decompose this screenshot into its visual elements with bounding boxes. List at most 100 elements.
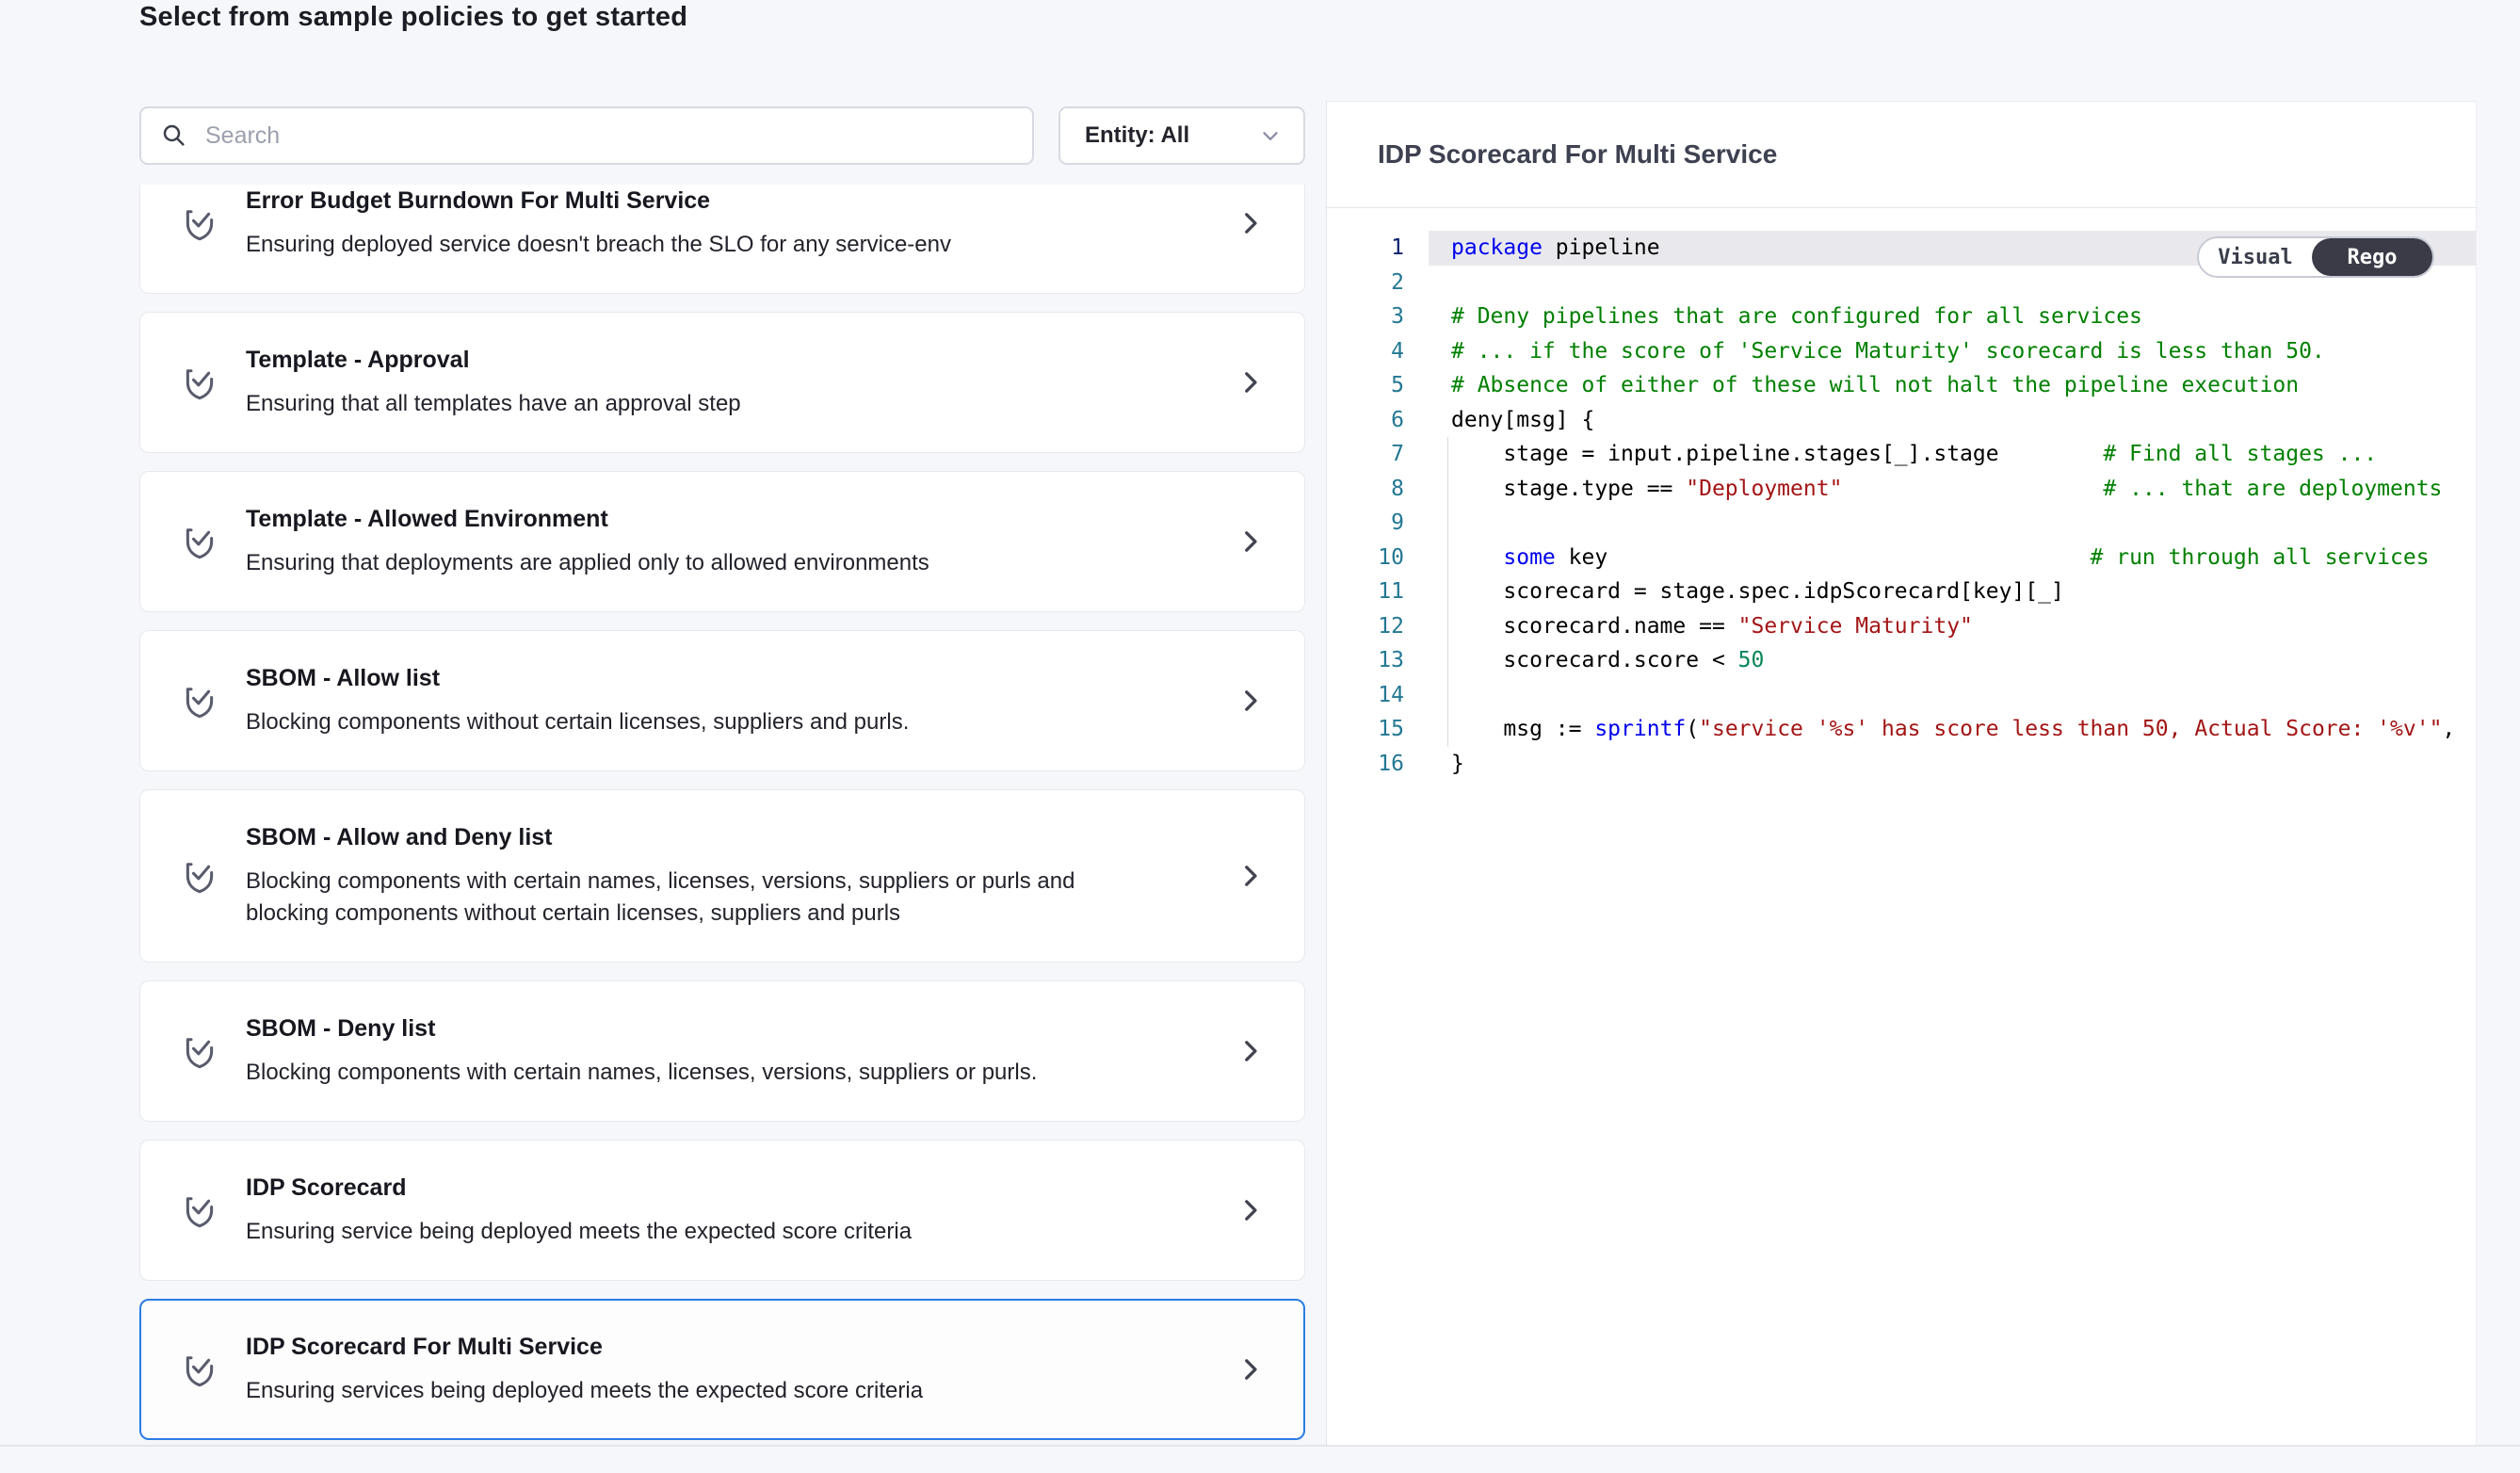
- code-line: 7 stage = input.pipeline.stages[_].stage…: [1327, 437, 2476, 472]
- code-line: 16 }: [1327, 747, 2476, 782]
- policy-preview-panel: IDP Scorecard For Multi Service 1 packag…: [1326, 101, 2477, 1445]
- code-line-text: deny[msg] {: [1404, 403, 1594, 438]
- page-title: Select from sample policies to get start…: [139, 2, 687, 33]
- search-box[interactable]: [139, 106, 1034, 165]
- code-line: 10 some key # run through all services: [1327, 541, 2476, 575]
- policy-card[interactable]: SBOM - Allow and Deny list Blocking comp…: [139, 789, 1305, 963]
- code-line-text: # Deny pipelines that are configured for…: [1404, 299, 2142, 334]
- policy-card-description: Ensuring that all templates have an appr…: [246, 388, 741, 420]
- preview-header: IDP Scorecard For Multi Service: [1327, 102, 2476, 208]
- code-line: 11 scorecard = stage.spec.idpScorecard[k…: [1327, 575, 2476, 609]
- chevron-right-icon: [1235, 685, 1267, 717]
- line-number: 8: [1327, 472, 1404, 507]
- policy-card-description: Ensuring deployed service doesn't breach…: [246, 229, 951, 261]
- policy-card[interactable]: SBOM - Allow list Blocking components wi…: [139, 630, 1305, 771]
- policy-list: Error Budget Burndown For Multi Service …: [139, 185, 1305, 1444]
- code-line: 8 stage.type == "Deployment" # ... that …: [1327, 472, 2476, 507]
- policy-card-title: Template - Allowed Environment: [246, 504, 929, 534]
- content-bottom-divider: [0, 1445, 2520, 1447]
- chevron-down-icon: [1258, 123, 1283, 148]
- policy-card-title: IDP Scorecard For Multi Service: [246, 1332, 923, 1362]
- policy-card-title: Error Budget Burndown For Multi Service: [246, 186, 951, 216]
- code-line: 4 # ... if the score of 'Service Maturit…: [1327, 334, 2476, 369]
- code-line: 14: [1327, 678, 2476, 713]
- code-line-text: # Absence of either of these will not ha…: [1404, 368, 2299, 403]
- code-line: 3 # Deny pipelines that are configured f…: [1327, 299, 2476, 334]
- policy-card-title: SBOM - Deny list: [246, 1013, 1037, 1044]
- code-line: 5 # Absence of either of these will not …: [1327, 368, 2476, 403]
- code-line: 15 msg := sprintf("service '%s' has scor…: [1327, 712, 2476, 747]
- toggle-option-rego[interactable]: Rego: [2312, 238, 2432, 276]
- policy-card-description: Ensuring service being deployed meets th…: [246, 1216, 912, 1248]
- shield-check-icon: [178, 518, 221, 565]
- code-line-text: [1404, 506, 1451, 541]
- preview-title: IDP Scorecard For Multi Service: [1378, 139, 1777, 170]
- line-number: 4: [1327, 334, 1404, 369]
- code-line-text: # ... if the score of 'Service Maturity'…: [1404, 334, 2325, 369]
- line-number: 5: [1327, 368, 1404, 403]
- policy-card-title: SBOM - Allow list: [246, 663, 909, 693]
- entity-filter-label: Entity: All: [1085, 122, 1258, 149]
- code-line: 13 scorecard.score < 50: [1327, 643, 2476, 678]
- shield-check-icon: [178, 677, 221, 724]
- code-line-text: [1404, 678, 1451, 713]
- visual-rego-toggle[interactable]: Visual Rego: [2197, 236, 2434, 278]
- shield-check-icon: [178, 359, 221, 406]
- policy-card[interactable]: SBOM - Deny list Blocking components wit…: [139, 980, 1305, 1122]
- shield-check-icon: [178, 200, 221, 247]
- shield-check-icon: [178, 1028, 221, 1075]
- entity-filter-dropdown[interactable]: Entity: All: [1058, 106, 1305, 165]
- policy-card[interactable]: Template - Approval Ensuring that all te…: [139, 312, 1305, 453]
- chevron-right-icon: [1235, 366, 1267, 398]
- policy-card-description: Ensuring services being deployed meets t…: [246, 1375, 923, 1407]
- policy-card-description: Blocking components with certain names, …: [246, 866, 1093, 930]
- code-line-text: scorecard = stage.spec.idpScorecard[key]…: [1404, 575, 2064, 609]
- line-number: 16: [1327, 747, 1404, 782]
- code-line-text: stage = input.pipeline.stages[_].stage #…: [1404, 437, 2377, 472]
- chevron-right-icon: [1235, 526, 1267, 558]
- code-line-text: some key # run through all services: [1404, 541, 2430, 575]
- shield-check-icon: [178, 852, 221, 899]
- code-line-text: stage.type == "Deployment" # ... that ar…: [1404, 472, 2442, 507]
- line-number: 11: [1327, 575, 1404, 609]
- chevron-right-icon: [1235, 1353, 1267, 1385]
- rego-code-editor[interactable]: 1 package pipeline 2 3 # Deny pipelines …: [1327, 208, 2476, 1445]
- code-line: 12 scorecard.name == "Service Maturity": [1327, 609, 2476, 644]
- shield-check-icon: [178, 1187, 221, 1234]
- chevron-right-icon: [1235, 207, 1267, 239]
- code-line-text: }: [1404, 747, 1464, 782]
- code-line-text: msg := sprintf("service '%s' has score l…: [1404, 712, 2455, 747]
- policy-card-title: SBOM - Allow and Deny list: [246, 822, 1093, 852]
- code-line-text: [1404, 266, 1451, 300]
- line-number: 2: [1327, 266, 1404, 300]
- code-line: 9: [1327, 506, 2476, 541]
- policy-card-description: Ensuring that deployments are applied on…: [246, 547, 929, 579]
- line-number: 10: [1327, 541, 1404, 575]
- line-number: 9: [1327, 506, 1404, 541]
- code-line: 6 deny[msg] {: [1327, 403, 2476, 438]
- chevron-right-icon: [1235, 860, 1267, 892]
- line-number: 3: [1327, 299, 1404, 334]
- line-number: 7: [1327, 437, 1404, 472]
- policy-card-title: IDP Scorecard: [246, 1173, 912, 1203]
- code-line-text: scorecard.score < 50: [1404, 643, 1764, 678]
- policy-card-description: Blocking components with certain names, …: [246, 1057, 1037, 1089]
- policy-card[interactable]: Error Budget Burndown For Multi Service …: [139, 185, 1305, 294]
- line-number: 6: [1327, 403, 1404, 438]
- policy-card[interactable]: IDP Scorecard For Multi Service Ensuring…: [139, 1299, 1305, 1440]
- code-line-text: package pipeline: [1404, 231, 1660, 266]
- policy-card[interactable]: Template - Allowed Environment Ensuring …: [139, 471, 1305, 612]
- toggle-option-visual[interactable]: Visual: [2199, 246, 2312, 269]
- shield-check-icon: [178, 1346, 221, 1393]
- policy-card-description: Blocking components without certain lice…: [246, 706, 909, 738]
- code-line-text: scorecard.name == "Service Maturity": [1404, 609, 1973, 644]
- line-number: 12: [1327, 609, 1404, 644]
- search-input[interactable]: [205, 122, 1013, 150]
- line-number: 14: [1327, 678, 1404, 713]
- search-icon: [160, 121, 188, 150]
- policy-card-title: Template - Approval: [246, 345, 741, 375]
- chevron-right-icon: [1235, 1194, 1267, 1226]
- line-number: 15: [1327, 712, 1404, 747]
- policy-card[interactable]: IDP Scorecard Ensuring service being dep…: [139, 1140, 1305, 1281]
- chevron-right-icon: [1235, 1035, 1267, 1067]
